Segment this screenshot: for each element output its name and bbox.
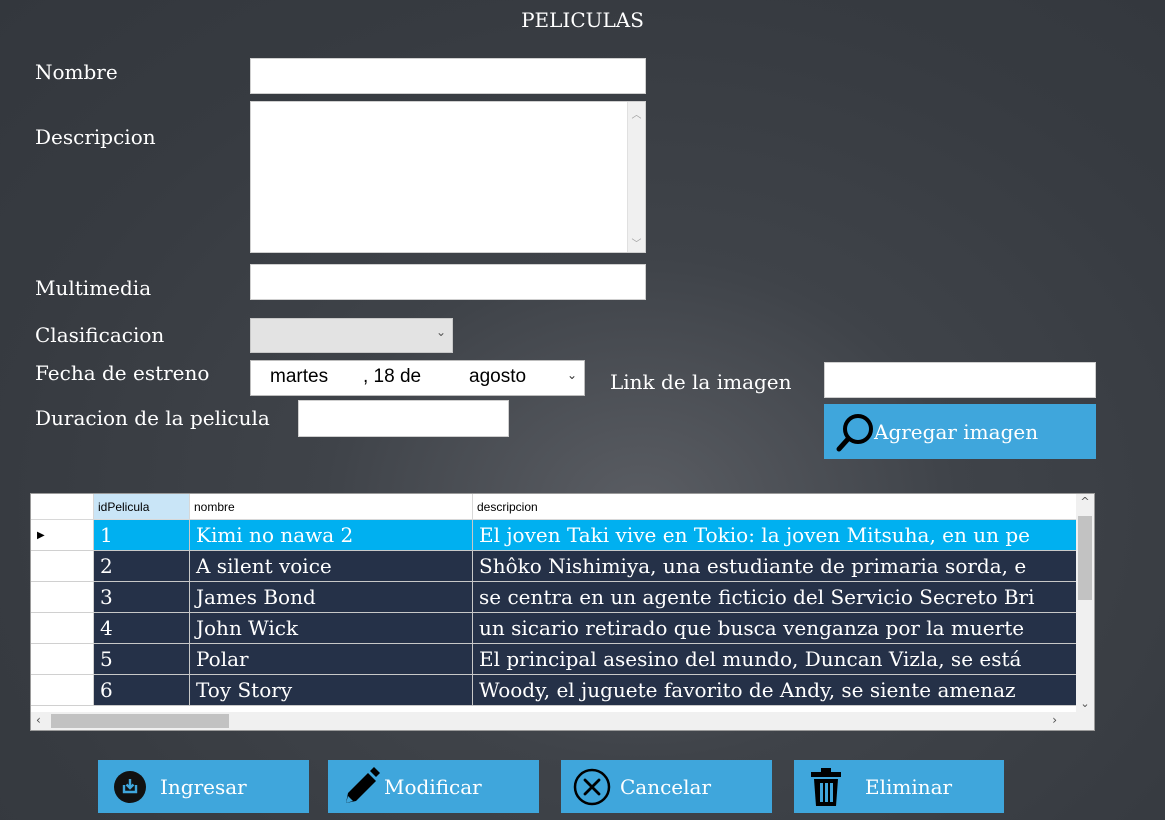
- ingresar-label: Ingresar: [160, 774, 247, 799]
- scroll-left-icon[interactable]: ‹: [36, 713, 41, 727]
- row-header[interactable]: [31, 582, 94, 613]
- peliculas-grid[interactable]: idPelicula nombre descripcion ▶ 1 Kimi no …: [30, 493, 1095, 731]
- row-header[interactable]: [31, 551, 94, 582]
- agregar-imagen-button[interactable]: Agregar imagen: [824, 404, 1096, 459]
- row-header[interactable]: [31, 613, 94, 644]
- scroll-down-icon[interactable]: ⌄: [1076, 697, 1094, 710]
- vertical-scroll-thumb[interactable]: [1078, 516, 1092, 600]
- table-row[interactable]: 5 Polar El principal asesino del mundo, Du…: [31, 644, 1077, 675]
- table-row[interactable]: 2A silent voice Shôko Nishimiya, una estu…: [31, 551, 1077, 582]
- duracion-input[interactable]: [298, 400, 509, 437]
- duracion-label: Duracion de la pelicula: [35, 406, 270, 430]
- chevron-down-icon: ⌄: [435, 325, 446, 339]
- cell-idpelicula[interactable]: 3: [94, 582, 190, 613]
- row-header[interactable]: [31, 675, 94, 706]
- fecha-weekday: martes: [270, 366, 329, 387]
- scroll-right-icon[interactable]: ›: [1052, 713, 1057, 727]
- cell-descripcion[interactable]: El principal asesino del mundo, Duncan V…: [473, 644, 1077, 675]
- descripcion-textarea[interactable]: ︿ ﹀: [250, 101, 646, 253]
- nombre-label: Nombre: [35, 60, 118, 84]
- cell-nombre[interactable]: John Wick: [190, 613, 473, 644]
- search-icon: [836, 413, 873, 451]
- cell-descripcion[interactable]: El joven Taki vive en Tokio: la joven Mi…: [473, 520, 1077, 551]
- cell-idpelicula[interactable]: 4: [94, 613, 190, 644]
- clasificacion-select[interactable]: ⌄: [250, 318, 453, 353]
- grid-header: idPelicula nombre descripcion: [31, 494, 1077, 520]
- grid-vertical-scrollbar[interactable]: ^ ⌄: [1076, 494, 1094, 712]
- column-header-descripcion[interactable]: descripcion: [473, 494, 1077, 520]
- multimedia-label: Multimedia: [35, 276, 152, 300]
- horizontal-scroll-thumb[interactable]: [51, 714, 229, 728]
- descripcion-scrollbar[interactable]: ︿ ﹀: [627, 102, 645, 252]
- page-title: PELICULAS: [521, 8, 644, 32]
- cell-descripcion[interactable]: Shôko Nishimiya, una estudiante de prima…: [473, 551, 1077, 582]
- cell-idpelicula[interactable]: 6: [94, 675, 190, 706]
- column-header-nombre[interactable]: nombre: [190, 494, 473, 520]
- clasificacion-label: Clasificacion: [35, 323, 165, 347]
- link-imagen-input[interactable]: [824, 362, 1096, 398]
- row-header[interactable]: [31, 644, 94, 675]
- scrollbar-corner: [1076, 712, 1094, 730]
- cancelar-label: Cancelar: [620, 774, 712, 799]
- table-row[interactable]: 4 John Wick un sicario retirado que busca …: [31, 613, 1077, 644]
- cell-idpelicula[interactable]: 5: [94, 644, 190, 675]
- scroll-down-icon[interactable]: ﹀: [628, 235, 645, 250]
- cell-descripcion[interactable]: se centra en un agente ficticio del Serv…: [473, 582, 1077, 613]
- descripcion-label: Descripcion: [35, 125, 156, 149]
- agregar-imagen-label: Agregar imagen: [874, 419, 1039, 444]
- nombre-input[interactable]: [250, 58, 646, 94]
- modificar-button[interactable]: Modificar: [328, 760, 539, 813]
- cancel-icon: [573, 768, 611, 805]
- cell-idpelicula[interactable]: 2: [94, 551, 190, 582]
- current-row-indicator-icon[interactable]: ▶: [31, 520, 94, 551]
- link-imagen-label: Link de la imagen: [610, 370, 792, 394]
- login-icon: [114, 770, 146, 803]
- cell-descripcion[interactable]: Woody, el juguete favorito de Andy, se s…: [473, 675, 1077, 706]
- cell-nombre[interactable]: Polar: [190, 644, 473, 675]
- cell-nombre[interactable]: Kimi no nawa 2: [190, 520, 473, 551]
- grid-corner-header: [31, 494, 94, 520]
- fecha-day: , 18 de: [363, 366, 422, 387]
- cell-idpelicula[interactable]: 1: [94, 520, 190, 551]
- scroll-up-icon[interactable]: ^: [1076, 495, 1094, 508]
- cell-nombre[interactable]: A silent voice: [190, 551, 473, 582]
- column-header-idpelicula[interactable]: idPelicula: [94, 494, 190, 520]
- table-row[interactable]: 6 Toy Story Woody, el juguete favorito de …: [31, 675, 1077, 706]
- cell-nombre[interactable]: Toy Story: [190, 675, 473, 706]
- fecha-estreno-picker[interactable]: martes , 18 de agosto ⌄: [250, 360, 585, 396]
- table-row[interactable]: ▶ 1 Kimi no nawa 2 El joven Taki vive en To…: [31, 520, 1077, 551]
- grid-horizontal-scrollbar[interactable]: ‹ ›: [31, 712, 1077, 730]
- modificar-label: Modificar: [384, 774, 482, 799]
- table-row[interactable]: 3 James Bond se centra en un agente fictic…: [31, 582, 1077, 613]
- scroll-up-icon[interactable]: ︿: [628, 106, 645, 121]
- chevron-down-icon[interactable]: ⌄: [567, 368, 577, 382]
- pencil-icon: [346, 766, 380, 803]
- trash-icon: [811, 767, 841, 806]
- ingresar-button[interactable]: Ingresar: [98, 760, 309, 813]
- eliminar-button[interactable]: Eliminar: [794, 760, 1004, 813]
- eliminar-label: Eliminar: [865, 774, 953, 799]
- fecha-month: agosto: [469, 366, 527, 387]
- cell-nombre[interactable]: James Bond: [190, 582, 473, 613]
- cancelar-button[interactable]: Cancelar: [561, 760, 772, 813]
- fecha-estreno-label: Fecha de estreno: [35, 361, 210, 385]
- multimedia-input[interactable]: [250, 264, 646, 300]
- cell-descripcion[interactable]: un sicario retirado que busca venganza p…: [473, 613, 1077, 644]
